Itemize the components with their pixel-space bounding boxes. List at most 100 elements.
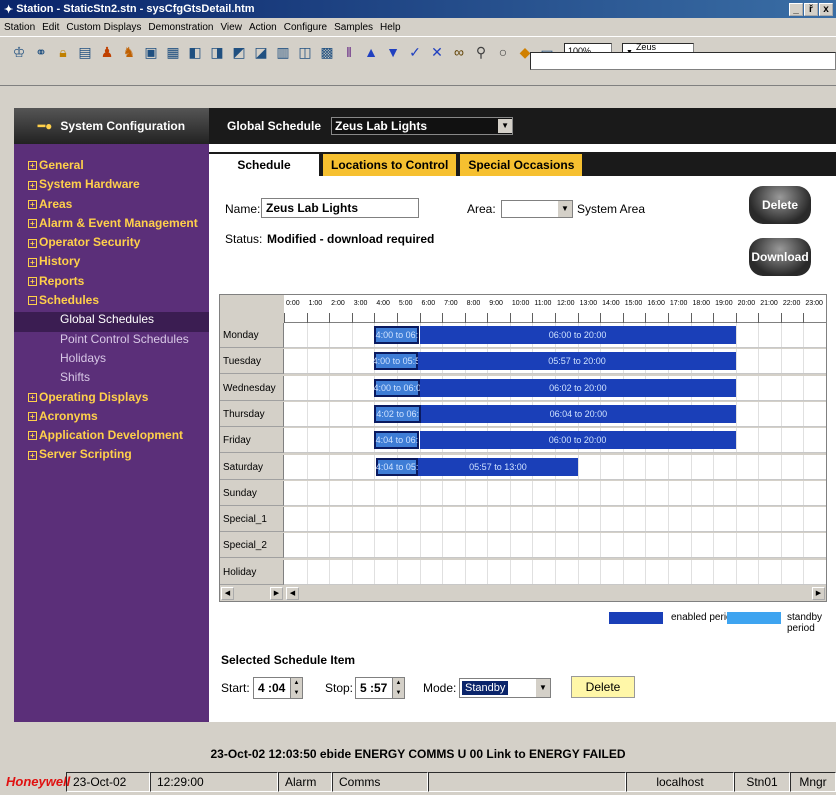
day-timeline[interactable]: 4:04 to 05: 05:57 to 13:00 (284, 454, 826, 480)
close-button[interactable]: x (819, 2, 833, 16)
horizontal-scrollbar[interactable]: ◀ ▶ ◀ ▶ (220, 586, 826, 601)
enabled-period-bar[interactable]: 05:57 to 20:00 (418, 352, 736, 371)
delete-schedule-button[interactable]: Delete (749, 186, 811, 224)
day-timeline[interactable] (284, 559, 826, 585)
sidebar-item-acronyms[interactable]: + Acronyms (14, 409, 209, 428)
operator-icon[interactable]: ♟ (98, 43, 116, 61)
standby-period-bar[interactable]: 4:00 to 06: (374, 326, 420, 344)
trend-icon[interactable]: ◪ (252, 43, 270, 61)
sidebar-item-global-schedules[interactable]: Global Schedules (14, 312, 209, 332)
search-icon[interactable]: ○ (494, 43, 512, 61)
sidebar-item-system-hardware[interactable]: + System Hardware (14, 177, 209, 196)
area-select[interactable]: ▼ (501, 200, 573, 218)
enabled-period-bar[interactable]: 06:00 to 20:00 (419, 326, 736, 344)
sidebar-item-application-development[interactable]: + Application Development (14, 428, 209, 447)
hour-gridline (622, 507, 624, 532)
delete-item-button[interactable]: Delete (571, 676, 635, 698)
sidebar-item-operator-security[interactable]: + Operator Security (14, 235, 209, 254)
day-timeline[interactable]: 4:00 to 06:0 06:02 to 20:00 (284, 375, 826, 401)
spinner-icon[interactable]: ▲ ▼ (392, 678, 404, 698)
report-icon[interactable]: ▣ (142, 43, 160, 61)
day-timeline[interactable]: 4:04 to 06: 06:00 to 20:00 (284, 428, 826, 454)
standby-period-bar[interactable]: 4:04 to 06: (374, 431, 420, 450)
enabled-period-bar[interactable]: 06:00 to 20:00 (419, 431, 736, 450)
day-timeline[interactable]: 4:02 to 06: 06:04 to 20:00 (284, 401, 826, 427)
scroll-right-icon[interactable]: ▶ (812, 587, 825, 600)
sidebar-item-server-scripting[interactable]: + Server Scripting (14, 447, 209, 466)
enabled-period-bar[interactable]: 06:02 to 20:00 (420, 378, 736, 397)
tab-schedule[interactable]: Schedule (209, 154, 319, 176)
download-button[interactable]: Download (749, 238, 811, 276)
network-icon[interactable]: ♔ (10, 43, 28, 61)
scroll-left-icon[interactable]: ◀ (286, 587, 299, 600)
hour-gridline (396, 480, 398, 505)
display-icon[interactable]: ◧ (186, 43, 204, 61)
sidebar-item-reports[interactable]: + Reports (14, 274, 209, 293)
standby-period-bar[interactable]: 4:04 to 05: (376, 457, 418, 476)
doc-icon[interactable]: ◫ (296, 43, 314, 61)
minimize-button[interactable]: _ (789, 2, 803, 16)
name-input[interactable]: Zeus Lab Lights (261, 198, 419, 218)
sidebar-item-operating-displays[interactable]: + Operating Displays (14, 390, 209, 409)
sidebar-item-shifts[interactable]: Shifts (14, 370, 209, 389)
menu-action[interactable]: Action (249, 22, 277, 33)
equalizer-icon[interactable]: ‖ (340, 43, 358, 61)
cross-icon[interactable]: ✕ (428, 43, 446, 61)
status-comms[interactable]: Comms (332, 771, 428, 792)
enabled-period-bar[interactable]: 05:57 to 13:00 (418, 457, 578, 476)
link-icon[interactable]: ⚭ (32, 43, 50, 61)
sidebar-item-general[interactable]: + General (14, 158, 209, 177)
sidebar-item-point-control-schedules[interactable]: Point Control Schedules (14, 332, 209, 351)
spinner-icon[interactable]: ▲ ▼ (290, 678, 302, 698)
glasses-icon[interactable]: ∞ (450, 43, 468, 61)
menu-samples[interactable]: Samples (334, 22, 373, 33)
lock-icon[interactable]: 🔒︎ (54, 43, 72, 61)
day-timeline[interactable] (284, 480, 826, 506)
scroll-right-icon[interactable]: ▶ (270, 587, 283, 600)
tab-special-occasions[interactable]: Special Occasions (460, 154, 583, 176)
sidebar-item-holidays[interactable]: Holidays (14, 351, 209, 370)
alarm-user-icon[interactable]: ♞ (120, 43, 138, 61)
status-label: Status: (225, 232, 263, 246)
menu-demonstration[interactable]: Demonstration (148, 22, 213, 33)
global-schedule-select[interactable]: Zeus Lab Lights ▼ (331, 117, 514, 135)
back-icon[interactable]: ◨ (208, 43, 226, 61)
menu-help[interactable]: Help (380, 22, 401, 33)
check-icon[interactable]: ✓ (406, 43, 424, 61)
standby-period-bar[interactable]: 4:02 to 06: (374, 404, 422, 423)
page-icon[interactable]: ▤ (76, 43, 94, 61)
menu-station[interactable]: Station (4, 22, 35, 33)
sidebar-item-schedules[interactable]: − Schedules (14, 293, 209, 312)
table-icon[interactable]: ▦ (164, 43, 182, 61)
sidebar-item-history[interactable]: + History (14, 254, 209, 273)
stop-time-input[interactable]: 5 :57 ▲ ▼ (355, 677, 405, 699)
zoom-icon[interactable]: ⚲ (472, 43, 490, 61)
menu-edit[interactable]: Edit (42, 22, 59, 33)
forward-icon[interactable]: ◩ (230, 43, 248, 61)
day-timeline[interactable] (284, 533, 826, 559)
enabled-period-bar[interactable]: 06:04 to 20:00 (421, 404, 736, 423)
standby-period-bar[interactable]: 4:00 to 05:5 (373, 352, 420, 371)
tab-locations-to-control[interactable]: Locations to Control (323, 154, 457, 176)
time-tick-label: 13:00 (579, 300, 598, 307)
scroll-left-icon[interactable]: ◀ (221, 587, 234, 600)
day-timeline[interactable]: 4:00 to 06: 06:00 to 20:00 (284, 323, 826, 348)
address-field[interactable] (530, 52, 836, 70)
hour-gridline (600, 480, 602, 505)
arrow-down-icon[interactable]: ▼ (384, 43, 402, 61)
bar-chart-icon[interactable]: ▥ (274, 43, 292, 61)
menu-custom-displays[interactable]: Custom Displays (66, 22, 141, 33)
sidebar-item-areas[interactable]: + Areas (14, 197, 209, 216)
gallery-icon[interactable]: ▩ (318, 43, 336, 61)
menu-configure[interactable]: Configure (284, 22, 327, 33)
day-timeline[interactable] (284, 507, 826, 533)
arrow-up-icon[interactable]: ▲ (362, 43, 380, 61)
day-timeline[interactable]: 4:00 to 05:5 05:57 to 20:00 (284, 349, 826, 375)
maximize-button[interactable]: ř (804, 2, 818, 16)
standby-period-bar[interactable]: 4:00 to 06:0 (373, 378, 421, 397)
menu-view[interactable]: View (220, 22, 242, 33)
mode-select[interactable]: Standby ▼ (459, 678, 551, 698)
start-time-input[interactable]: 4 :04 ▲ ▼ (253, 677, 303, 699)
sidebar-item-alarm-event[interactable]: + Alarm & Event Management (14, 216, 209, 235)
status-alarm[interactable]: Alarm (278, 771, 332, 792)
